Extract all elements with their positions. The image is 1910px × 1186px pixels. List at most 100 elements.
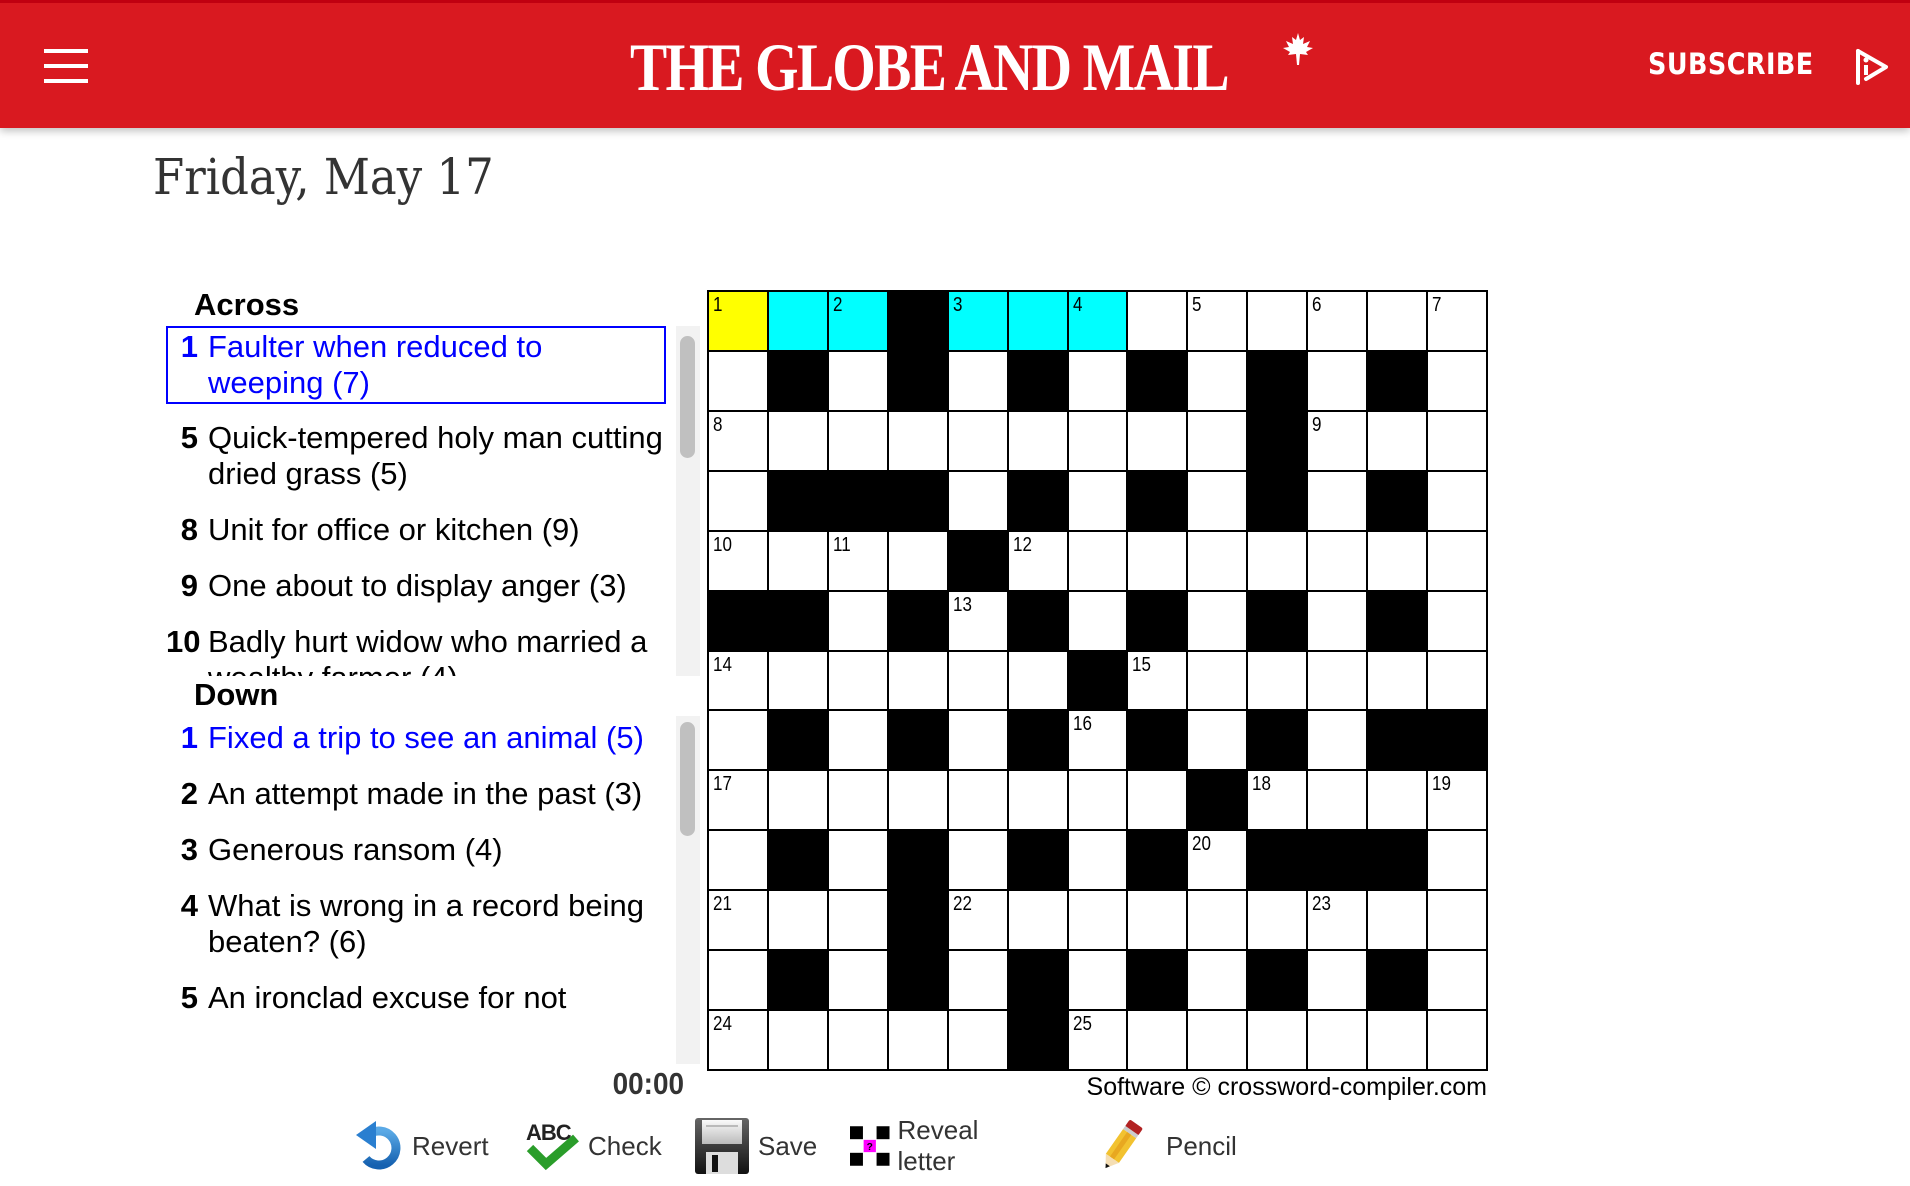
reveal-letter-button[interactable]: ? Reveal letter [850, 1115, 997, 1176]
grid-cell-r10-c12[interactable] [1428, 891, 1486, 950]
grid-cell-r11-c4[interactable] [948, 951, 1007, 1010]
down-clue-4[interactable]: 4 What is wrong in a record being beaten?… [166, 884, 666, 964]
down-clue-1[interactable]: 1 Fixed a trip to see an animal (5) [166, 716, 666, 760]
grid-cell-r10-c2[interactable] [828, 891, 887, 950]
grid-cell-r5-c10[interactable] [1308, 591, 1367, 650]
grid-cell-r0-c10[interactable]: 6 [1308, 292, 1367, 350]
grid-cell-r2-c3[interactable] [888, 411, 947, 470]
across-clue-10[interactable]: 10Badly hurt widow who married a wealthy… [166, 620, 666, 676]
grid-cell-r12-c10[interactable] [1308, 1011, 1367, 1069]
grid-cell-r1-c12[interactable] [1428, 351, 1486, 410]
grid-cell-r6-c7[interactable]: 15 [1128, 651, 1187, 710]
check-button[interactable]: ABC Check [524, 1116, 662, 1176]
grid-cell-r8-c7[interactable] [1128, 771, 1187, 830]
grid-cell-r3-c10[interactable] [1308, 471, 1367, 530]
across-clue-9[interactable]: 9 One about to display anger (3) [166, 564, 666, 608]
grid-cell-r6-c3[interactable] [888, 651, 947, 710]
grid-cell-r8-c10[interactable] [1308, 771, 1367, 830]
grid-cell-r5-c12[interactable] [1428, 591, 1486, 650]
grid-cell-r12-c4[interactable] [948, 1011, 1007, 1069]
grid-cell-r8-c12[interactable]: 19 [1428, 771, 1486, 830]
down-scrollbar-thumb[interactable] [680, 722, 695, 836]
grid-cell-r11-c0[interactable] [709, 951, 767, 1010]
grid-cell-r2-c10[interactable]: 9 [1308, 411, 1367, 470]
grid-cell-r11-c10[interactable] [1308, 951, 1367, 1010]
grid-cell-r1-c8[interactable] [1188, 351, 1247, 410]
grid-cell-r12-c2[interactable] [828, 1011, 887, 1069]
grid-cell-r0-c0[interactable]: 1 [709, 292, 767, 350]
grid-cell-r2-c8[interactable] [1188, 411, 1247, 470]
grid-cell-r0-c2[interactable]: 2 [828, 292, 887, 350]
grid-cell-r4-c6[interactable] [1068, 531, 1127, 590]
grid-cell-r2-c7[interactable] [1128, 411, 1187, 470]
grid-cell-r11-c2[interactable] [828, 951, 887, 1010]
grid-cell-r10-c7[interactable] [1128, 891, 1187, 950]
grid-cell-r10-c4[interactable]: 22 [948, 891, 1007, 950]
grid-cell-r4-c0[interactable]: 10 [709, 531, 767, 590]
across-scrollbar-thumb[interactable] [680, 336, 695, 458]
grid-cell-r0-c5[interactable] [1008, 292, 1067, 350]
grid-cell-r4-c10[interactable] [1308, 531, 1367, 590]
grid-cell-r10-c0[interactable]: 21 [709, 891, 767, 950]
grid-cell-r8-c3[interactable] [888, 771, 947, 830]
grid-cell-r4-c12[interactable] [1428, 531, 1486, 590]
grid-cell-r12-c9[interactable] [1248, 1011, 1307, 1069]
grid-cell-r3-c0[interactable] [709, 471, 767, 530]
grid-cell-r7-c10[interactable] [1308, 711, 1367, 770]
grid-cell-r7-c0[interactable] [709, 711, 767, 770]
across-clue-5[interactable]: 5 Quick-tempered holy man cutting dried g… [166, 416, 666, 496]
grid-cell-r9-c2[interactable] [828, 831, 887, 890]
grid-cell-r6-c11[interactable] [1368, 651, 1427, 710]
grid-cell-r6-c2[interactable] [828, 651, 887, 710]
grid-cell-r10-c11[interactable] [1368, 891, 1427, 950]
grid-cell-r4-c7[interactable] [1128, 531, 1187, 590]
grid-cell-r9-c8[interactable]: 20 [1188, 831, 1247, 890]
grid-cell-r2-c4[interactable] [948, 411, 1007, 470]
grid-cell-r3-c6[interactable] [1068, 471, 1127, 530]
grid-cell-r6-c12[interactable] [1428, 651, 1486, 710]
grid-cell-r2-c11[interactable] [1368, 411, 1427, 470]
grid-cell-r7-c8[interactable] [1188, 711, 1247, 770]
grid-cell-r7-c2[interactable] [828, 711, 887, 770]
grid-cell-r9-c12[interactable] [1428, 831, 1486, 890]
grid-cell-r10-c9[interactable] [1248, 891, 1307, 950]
grid-cell-r0-c7[interactable] [1128, 292, 1187, 350]
grid-cell-r9-c0[interactable] [709, 831, 767, 890]
grid-cell-r3-c8[interactable] [1188, 471, 1247, 530]
save-button[interactable]: Save [694, 1116, 817, 1176]
hamburger-menu-icon[interactable] [44, 47, 88, 85]
grid-cell-r10-c8[interactable] [1188, 891, 1247, 950]
subscribe-button[interactable]: SUBSCRIBE [1648, 47, 1814, 81]
grid-cell-r7-c6[interactable]: 16 [1068, 711, 1127, 770]
across-scrollbar[interactable] [676, 326, 700, 676]
down-clue-2[interactable]: 2 An attempt made in the past (3) [166, 772, 666, 816]
grid-cell-r8-c4[interactable] [948, 771, 1007, 830]
grid-cell-r5-c8[interactable] [1188, 591, 1247, 650]
crossword-grid[interactable]: 1 2 3 4 5 6 7 8 9 10 11 12 13 14 15 16 17 18 19 20 21 22 23 24 2… [707, 290, 1488, 1071]
grid-cell-r10-c6[interactable] [1068, 891, 1127, 950]
grid-cell-r2-c6[interactable] [1068, 411, 1127, 470]
grid-cell-r6-c4[interactable] [948, 651, 1007, 710]
grid-cell-r6-c1[interactable] [768, 651, 827, 710]
pencil-button[interactable]: Pencil [1098, 1116, 1237, 1176]
grid-cell-r2-c2[interactable] [828, 411, 887, 470]
grid-cell-r5-c4[interactable]: 13 [948, 591, 1007, 650]
grid-cell-r6-c10[interactable] [1308, 651, 1367, 710]
grid-cell-r8-c9[interactable]: 18 [1248, 771, 1307, 830]
grid-cell-r4-c9[interactable] [1248, 531, 1307, 590]
grid-cell-r6-c8[interactable] [1188, 651, 1247, 710]
grid-cell-r0-c6[interactable]: 4 [1068, 292, 1127, 350]
grid-cell-r10-c1[interactable] [768, 891, 827, 950]
grid-cell-r9-c6[interactable] [1068, 831, 1127, 890]
grid-cell-r5-c2[interactable] [828, 591, 887, 650]
down-scrollbar[interactable] [676, 716, 700, 1064]
grid-cell-r8-c6[interactable] [1068, 771, 1127, 830]
grid-cell-r0-c8[interactable]: 5 [1188, 292, 1247, 350]
grid-cell-r8-c0[interactable]: 17 [709, 771, 767, 830]
down-clue-3[interactable]: 3 Generous ransom (4) [166, 828, 666, 872]
grid-cell-r4-c5[interactable]: 12 [1008, 531, 1067, 590]
grid-cell-r4-c2[interactable]: 11 [828, 531, 887, 590]
grid-cell-r12-c11[interactable] [1368, 1011, 1427, 1069]
across-clue-8[interactable]: 8 Unit for office or kitchen (9) [166, 508, 666, 552]
grid-cell-r11-c8[interactable] [1188, 951, 1247, 1010]
